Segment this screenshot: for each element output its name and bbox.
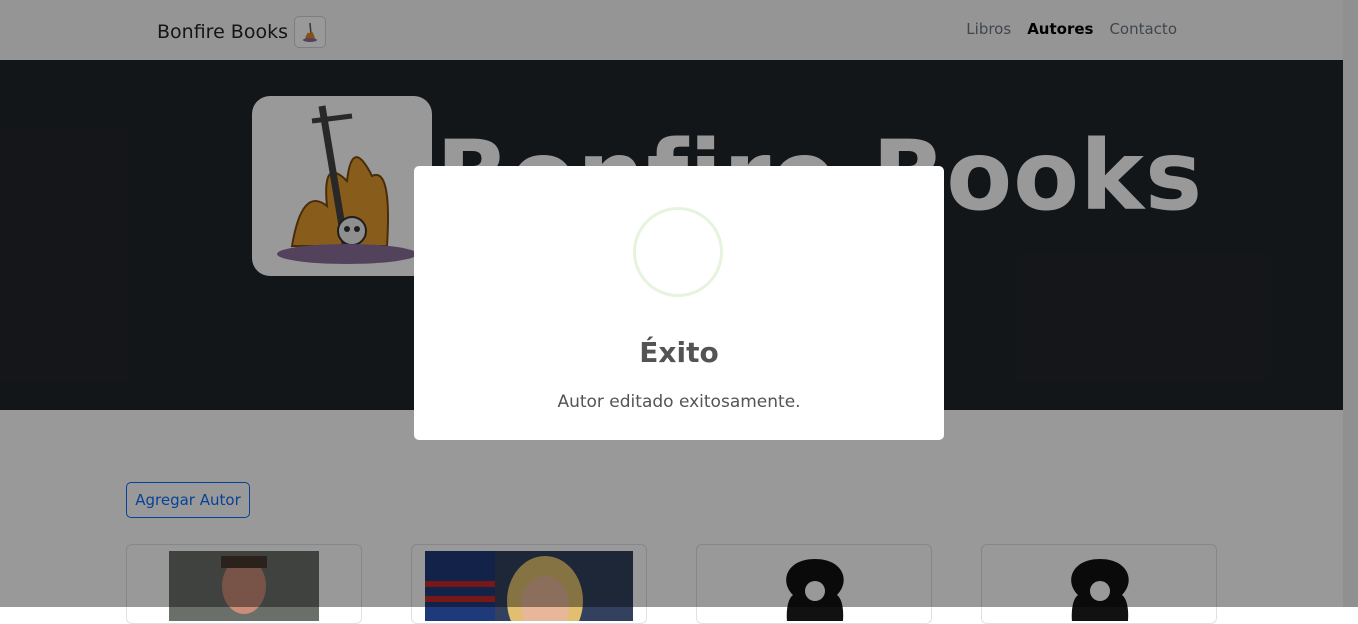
modal-title: Éxito <box>639 336 719 369</box>
modal-message: Autor editado exitosamente. <box>557 392 801 412</box>
success-modal: Éxito Autor editado exitosamente. <box>414 166 944 440</box>
success-icon <box>633 207 723 297</box>
